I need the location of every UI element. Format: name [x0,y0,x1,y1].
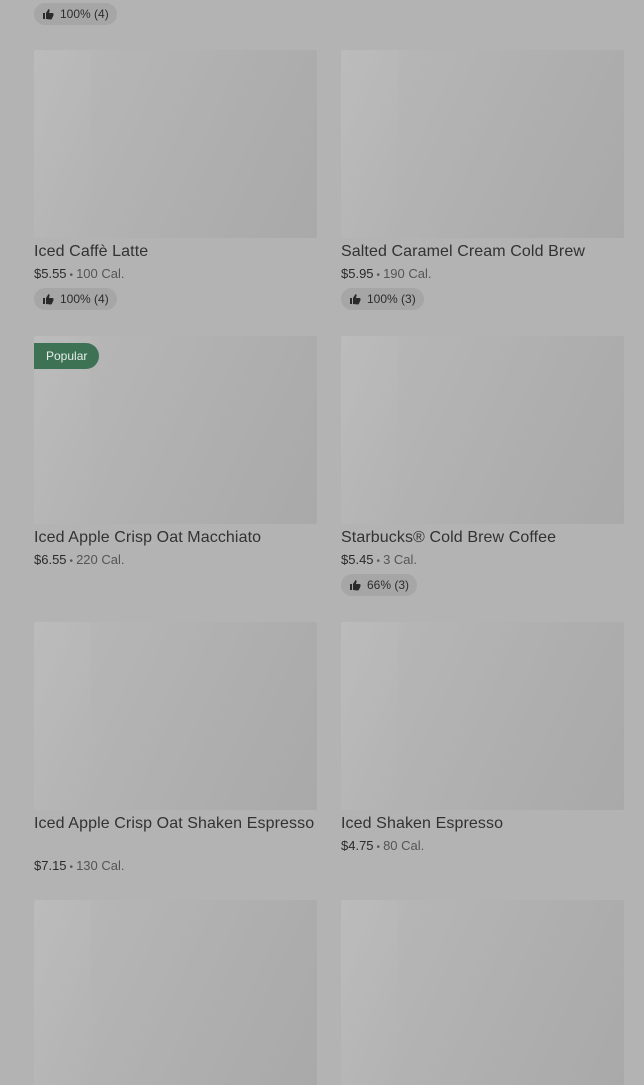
menu-item-card[interactable]: Iced Shaken Espresso $4.75 • 80 Cal. [341,622,624,872]
item-image[interactable] [34,622,317,810]
item-title[interactable]: Starbucks® Cold Brew Coffee [341,528,624,548]
item-calories: 100 Cal. [76,266,125,281]
separator: • [69,556,74,567]
item-meta: $6.55 • 220 Cal. [34,552,124,570]
thumbs-up-icon [43,294,54,305]
item-calories: 80 Cal. [383,838,425,853]
item-title[interactable]: Iced Apple Crisp Oat Shaken Espresso [34,814,317,834]
item-calories: 130 Cal. [76,858,125,873]
item-meta: $4.75 • 80 Cal. [341,838,424,856]
rating-pill: 100% (3) [341,288,424,310]
item-calories: 3 Cal. [383,552,418,567]
rating-label: 66% (3) [367,578,410,592]
menu-item-card[interactable]: Popular Iced Apple Crisp Oat Macchiato $… [34,336,317,586]
item-title[interactable]: Iced Caffè Latte [34,242,317,262]
item-title[interactable]: Iced Shaken Espresso [341,814,624,834]
item-image[interactable] [341,336,624,524]
separator: • [376,556,381,567]
item-title[interactable]: Iced Apple Crisp Oat Macchiato [34,528,317,548]
item-image[interactable] [341,622,624,810]
thumbs-up-icon [43,9,54,20]
item-price: $5.95 [341,266,374,281]
item-meta: $5.95 • 190 Cal. [341,266,431,284]
rating-pill: 100% (4) [34,3,117,25]
menu-item-card[interactable]: Iced Caffè Latte $5.55 • 100 Cal. 100% (4) [34,50,317,320]
separator: • [376,842,381,853]
item-price: $4.75 [341,838,374,853]
thumbs-up-icon [350,294,361,305]
separator: • [376,270,381,281]
menu-item-card[interactable]: Iced Apple Crisp Oat Shaken Espresso $7.… [34,622,317,882]
rating-label: 100% (4) [60,7,109,21]
item-image[interactable] [341,900,624,1085]
item-meta: $5.45 • 3 Cal. [341,552,417,570]
menu-item-card[interactable] [341,900,624,1085]
item-meta: $7.15 • 130 Cal. [34,858,124,876]
item-price: $6.55 [34,552,67,567]
menu-grid: 100% (4) Iced Caffè Latte $5.55 • 100 Cal.… [0,0,644,1085]
item-calories: 220 Cal. [76,552,125,567]
rating-label: 100% (4) [60,292,109,306]
rating-pill: 66% (3) [341,574,418,596]
separator: • [69,270,74,281]
item-image[interactable] [34,900,317,1085]
item-meta: $5.55 • 100 Cal. [34,266,124,284]
menu-item-card[interactable]: Starbucks® Cold Brew Coffee $5.45 • 3 Cal.… [341,336,624,606]
popular-badge: Popular [34,343,100,369]
item-image[interactable] [341,50,624,238]
item-price: $5.45 [341,552,374,567]
item-image[interactable] [34,50,317,238]
item-price: $5.55 [34,266,67,281]
item-calories: 190 Cal. [383,266,432,281]
item-title[interactable]: Salted Caramel Cream Cold Brew [341,242,624,262]
menu-item-card[interactable]: Salted Caramel Cream Cold Brew $5.95 • 190… [341,50,624,320]
thumbs-up-icon [350,580,361,591]
separator: • [69,862,74,873]
rating-label: 100% (3) [367,292,416,306]
menu-item-card[interactable] [34,900,317,1085]
rating-pill: 100% (4) [34,288,117,310]
item-price: $7.15 [34,858,67,873]
